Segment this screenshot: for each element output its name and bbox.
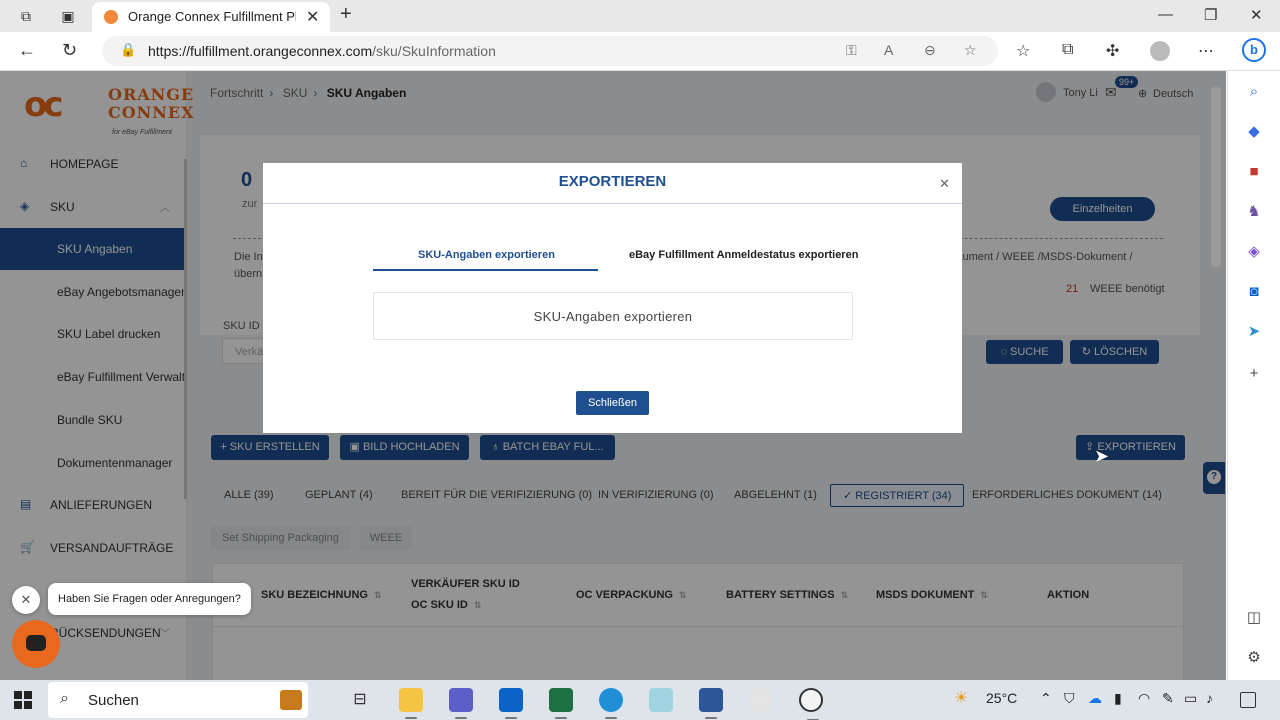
chat-icon [26,635,46,651]
close-button[interactable]: Schließen [576,391,649,415]
search-icon[interactable]: ⌕ [1243,81,1265,103]
extensions-icon[interactable]: ✣ [1106,41,1119,61]
read-aloud-icon[interactable]: A [884,42,893,58]
address-bar-row: ← ↻ 🔒 https://fulfillment.orangeconnex.c… [0,32,1280,71]
games-icon[interactable]: ♞ [1243,201,1265,223]
weather-temp[interactable]: 25°C [986,690,1017,706]
chat-prompt[interactable]: Haben Sie Fragen oder Anregungen? [48,583,251,615]
split-screen-icon[interactable]: ◫ [1243,607,1265,629]
modal-divider [263,203,962,204]
volume-icon[interactable]: ♪ [1206,690,1213,706]
shopping-icon[interactable]: ◆ [1243,121,1265,143]
tab-export-anmeldestatus[interactable]: eBay Fulfillment Anmeldestatus exportier… [629,249,858,261]
tab-export-sku-angaben[interactable]: SKU-Angaben exportieren [418,249,555,261]
cloud-icon[interactable]: ☁ [1088,690,1102,707]
mouse-cursor-icon: ➤ [1094,446,1110,466]
word-icon[interactable] [699,688,723,719]
web-page: oc ORANGE CONNEX for eBay Fulfillment ⌂ … [0,71,1226,680]
send-icon[interactable]: ➤ [1243,321,1265,343]
browser-tab-bar: ⧉ ▣ Orange Connex Fulfillment Platform ✕… [0,0,1280,32]
collections-icon[interactable]: ⧉ [1062,41,1073,59]
refresh-icon[interactable]: ↻ [62,40,77,61]
outlook-icon[interactable] [499,688,523,719]
windows-start-icon[interactable] [14,691,32,709]
wifi-icon[interactable]: ◠ [1138,690,1150,707]
chat-launcher-button[interactable] [12,620,60,668]
favorite-star-icon[interactable]: ☆ [964,42,977,59]
outlook-icon[interactable]: ◙ [1243,281,1265,303]
teams-icon[interactable] [449,688,473,719]
restore-icon[interactable]: ❐ [1204,6,1217,24]
settings-gear-icon[interactable]: ⚙ [1243,647,1265,669]
taskbar-search[interactable]: ⌕ Suchen [48,682,308,718]
recorder-icon[interactable] [799,688,823,720]
briefcase-icon [280,690,302,710]
edge-icon[interactable] [599,688,623,719]
excel-icon[interactable] [549,688,573,719]
shield-icon[interactable]: ⛉ [1064,690,1075,707]
office-icon[interactable]: ◈ [1243,241,1265,263]
favorites-icon[interactable]: ☆ [1016,41,1030,61]
new-tab-icon[interactable]: + [340,3,352,26]
back-icon[interactable]: ← [18,40,36,61]
tab-actions-icon[interactable]: ▣ [58,6,78,26]
chevron-up-icon[interactable]: ⌃ [1040,690,1052,707]
edge-sidebar: ⌕ ◆ ■ ♞ ◈ ◙ ➤ + ◫ ⚙ [1227,71,1280,680]
zoom-icon[interactable]: ⊖ [924,42,936,59]
browser-tab[interactable]: Orange Connex Fulfillment Platform ✕ [92,2,330,32]
search-icon: ⌕ [60,690,69,707]
weather-icon[interactable]: ☀ [954,688,968,708]
add-sidebar-icon[interactable]: + [1243,363,1265,385]
task-view-icon[interactable]: ⊟ [348,688,372,712]
lock-icon: 🔒 [120,42,137,57]
active-tab-indicator [373,269,598,271]
url-field[interactable]: 🔒 https://fulfillment.orangeconnex.com/s… [102,36,998,66]
close-tab-icon[interactable]: ✕ [306,7,319,27]
more-icon[interactable]: ⋯ [1198,41,1214,61]
workspaces-icon[interactable]: ⧉ [16,6,36,26]
profile-avatar[interactable] [1150,41,1170,61]
close-window-icon[interactable]: ✕ [1250,6,1263,24]
modal-title: EXPORTIEREN [558,173,667,190]
url-host: https://fulfillment.orangeconnex.com [148,43,373,59]
notes-icon[interactable] [649,688,673,712]
usb-icon[interactable]: ▮ [1114,690,1122,707]
minimize-icon[interactable]: — [1158,6,1173,23]
site-favicon-icon [104,10,118,24]
paint-icon[interactable] [749,688,773,712]
modal-close-icon[interactable]: ✕ [939,176,950,192]
bing-icon[interactable]: b [1242,38,1266,62]
tools-icon[interactable]: ■ [1243,161,1265,183]
battery-icon[interactable]: ▭ [1184,690,1197,707]
export-modal: EXPORTIEREN ✕ SKU-Angaben exportieren eB… [263,163,962,433]
key-icon[interactable]: ⚿ [846,42,857,59]
notifications-icon[interactable] [1240,692,1256,708]
page-scrollbar[interactable] [1211,87,1221,267]
export-sku-angaben-option[interactable]: SKU-Angaben exportieren [373,292,853,340]
pen-icon[interactable]: ✎ [1162,690,1174,707]
url-path: /sku/SkuInformation [372,43,496,59]
chat-dismiss-icon[interactable]: ✕ [12,586,40,614]
file-explorer-icon[interactable] [399,688,423,719]
windows-taskbar: ⌕ Suchen ⊟ ☀ 25°C ⌃ ⛉ ☁ ▮ ◠ ✎ ▭ ♪ [0,680,1280,720]
tab-title: Orange Connex Fulfillment Platform [128,9,296,24]
